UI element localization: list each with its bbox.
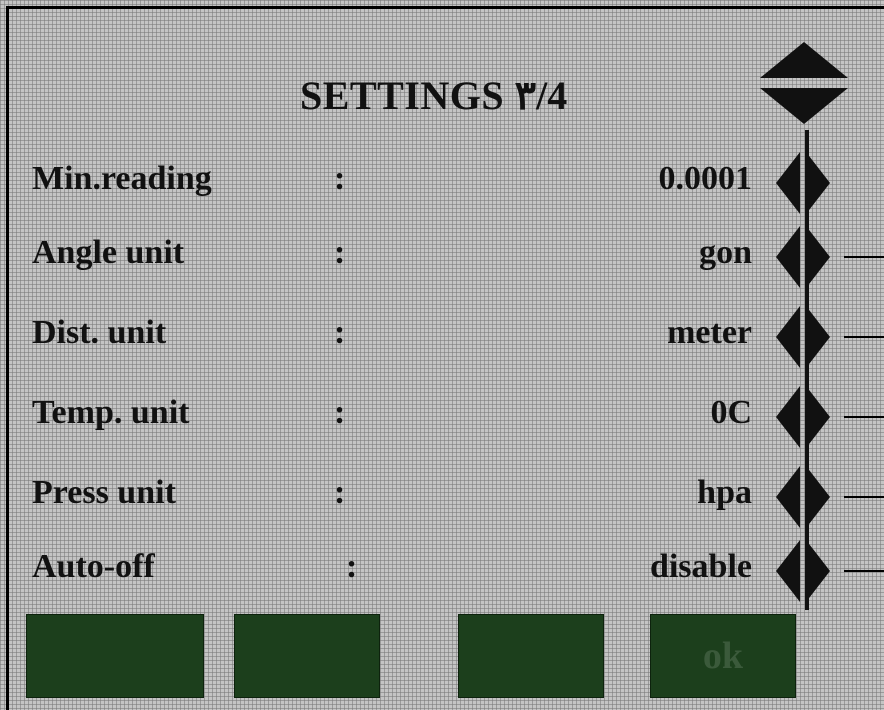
divider-line <box>844 496 884 498</box>
softkey-3[interactable] <box>458 614 604 698</box>
setting-colon: : <box>334 474 346 511</box>
setting-colon: : <box>334 160 346 197</box>
scroll-up-icon[interactable] <box>760 42 848 80</box>
setting-row-temp-unit: Temp. unit : 0C <box>0 386 884 448</box>
setting-label: Min.reading <box>32 160 212 197</box>
ok-button[interactable]: ok <box>650 614 796 698</box>
setting-value: 0C <box>710 394 752 431</box>
setting-value: disable <box>649 548 752 585</box>
setting-value: meter <box>667 314 752 351</box>
setting-label: Dist. unit <box>32 314 167 351</box>
left-right-arrow-icon[interactable] <box>776 306 830 368</box>
softkey-1[interactable] <box>26 614 204 698</box>
setting-colon: : <box>334 234 346 271</box>
setting-value: gon <box>699 234 752 271</box>
setting-colon: : <box>334 394 346 431</box>
setting-label: Press unit <box>32 474 176 511</box>
divider-line <box>844 416 884 418</box>
setting-value: hpa <box>697 474 752 511</box>
setting-colon: : <box>346 548 358 585</box>
page-title: SETTINGS ٣/4 <box>300 73 568 118</box>
left-right-arrow-icon[interactable] <box>776 466 830 528</box>
left-right-arrow-icon[interactable] <box>776 152 830 214</box>
scroll-down-icon[interactable] <box>760 86 848 124</box>
setting-row-min-reading: Min.reading : 0.0001 <box>0 152 884 214</box>
softkey-2[interactable] <box>234 614 380 698</box>
left-right-arrow-icon[interactable] <box>776 386 830 448</box>
setting-row-auto-off: Auto-off : disable <box>0 540 884 602</box>
left-right-arrow-icon[interactable] <box>776 226 830 288</box>
ok-button-label: ok <box>702 635 744 677</box>
divider-line <box>844 256 884 258</box>
setting-row-dist-unit: Dist. unit : meter <box>0 306 884 368</box>
setting-colon: : <box>334 314 346 351</box>
setting-label: Auto-off <box>32 548 155 585</box>
divider-line <box>844 570 884 572</box>
setting-value: 0.0001 <box>658 160 753 197</box>
setting-row-angle-unit: Angle unit : gon <box>0 226 884 288</box>
setting-row-press-unit: Press unit : hpa <box>0 466 884 528</box>
setting-label: Temp. unit <box>32 394 190 431</box>
divider-line <box>844 336 884 338</box>
setting-label: Angle unit <box>32 234 185 271</box>
left-right-arrow-icon[interactable] <box>776 540 830 602</box>
